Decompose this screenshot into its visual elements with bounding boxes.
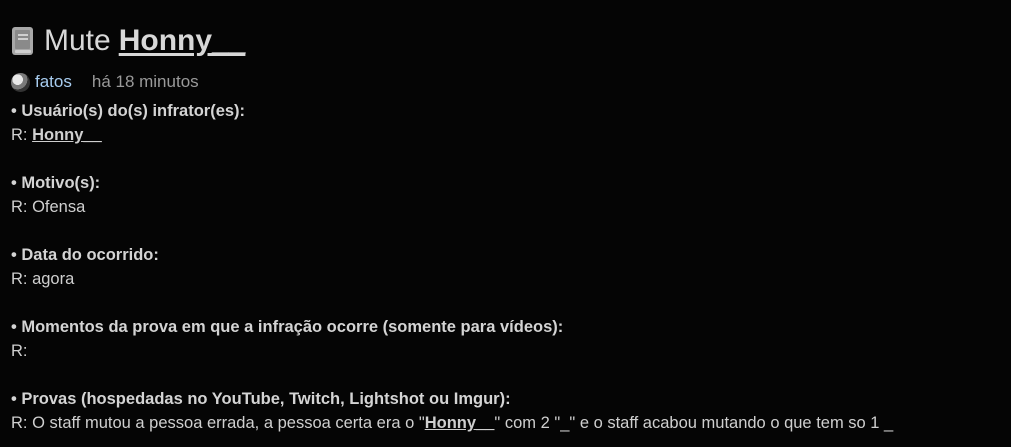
post-body: • Usuário(s) do(s) infrator(es): R: Honn… (11, 99, 1001, 435)
post-meta: fatos há 18 minutos (11, 72, 199, 92)
post-time: há 18 minutos (91, 72, 199, 91)
title-prefix: Mute (44, 24, 111, 57)
field-answer: R: O staff mutou a pessoa errada, a pess… (11, 414, 894, 432)
avatar[interactable] (11, 72, 30, 92)
book-icon (12, 27, 33, 55)
field-moments: • Momentos da prova em que a infração oc… (11, 315, 1001, 363)
field-answer: R: agora (11, 270, 75, 288)
field-answer: R: Honny__ (11, 126, 102, 144)
field-reason: • Motivo(s): R: Ofensa (11, 171, 1001, 219)
field-offender: • Usuário(s) do(s) infrator(es): R: Honn… (11, 99, 1001, 147)
field-question: • Provas (hospedadas no YouTube, Twitch,… (11, 390, 511, 408)
field-date: • Data do ocorrido: R: agora (11, 243, 1001, 291)
field-question: • Usuário(s) do(s) infrator(es): (11, 102, 246, 120)
author-link[interactable]: fatos (35, 72, 72, 92)
user-link[interactable]: Honny__ (425, 414, 495, 432)
field-question: • Momentos da prova em que a infração oc… (11, 318, 564, 336)
field-answer: R: Ofensa (11, 198, 86, 216)
field-question: • Motivo(s): (11, 174, 101, 192)
field-answer: R: (11, 342, 28, 360)
user-link[interactable]: Honny__ (32, 126, 102, 144)
post-title: Mute Honny__ (11, 22, 245, 60)
field-proofs: • Provas (hospedadas no YouTube, Twitch,… (11, 387, 1001, 435)
field-question: • Data do ocorrido: (11, 246, 159, 264)
title-user-link[interactable]: Honny__ (119, 24, 246, 58)
